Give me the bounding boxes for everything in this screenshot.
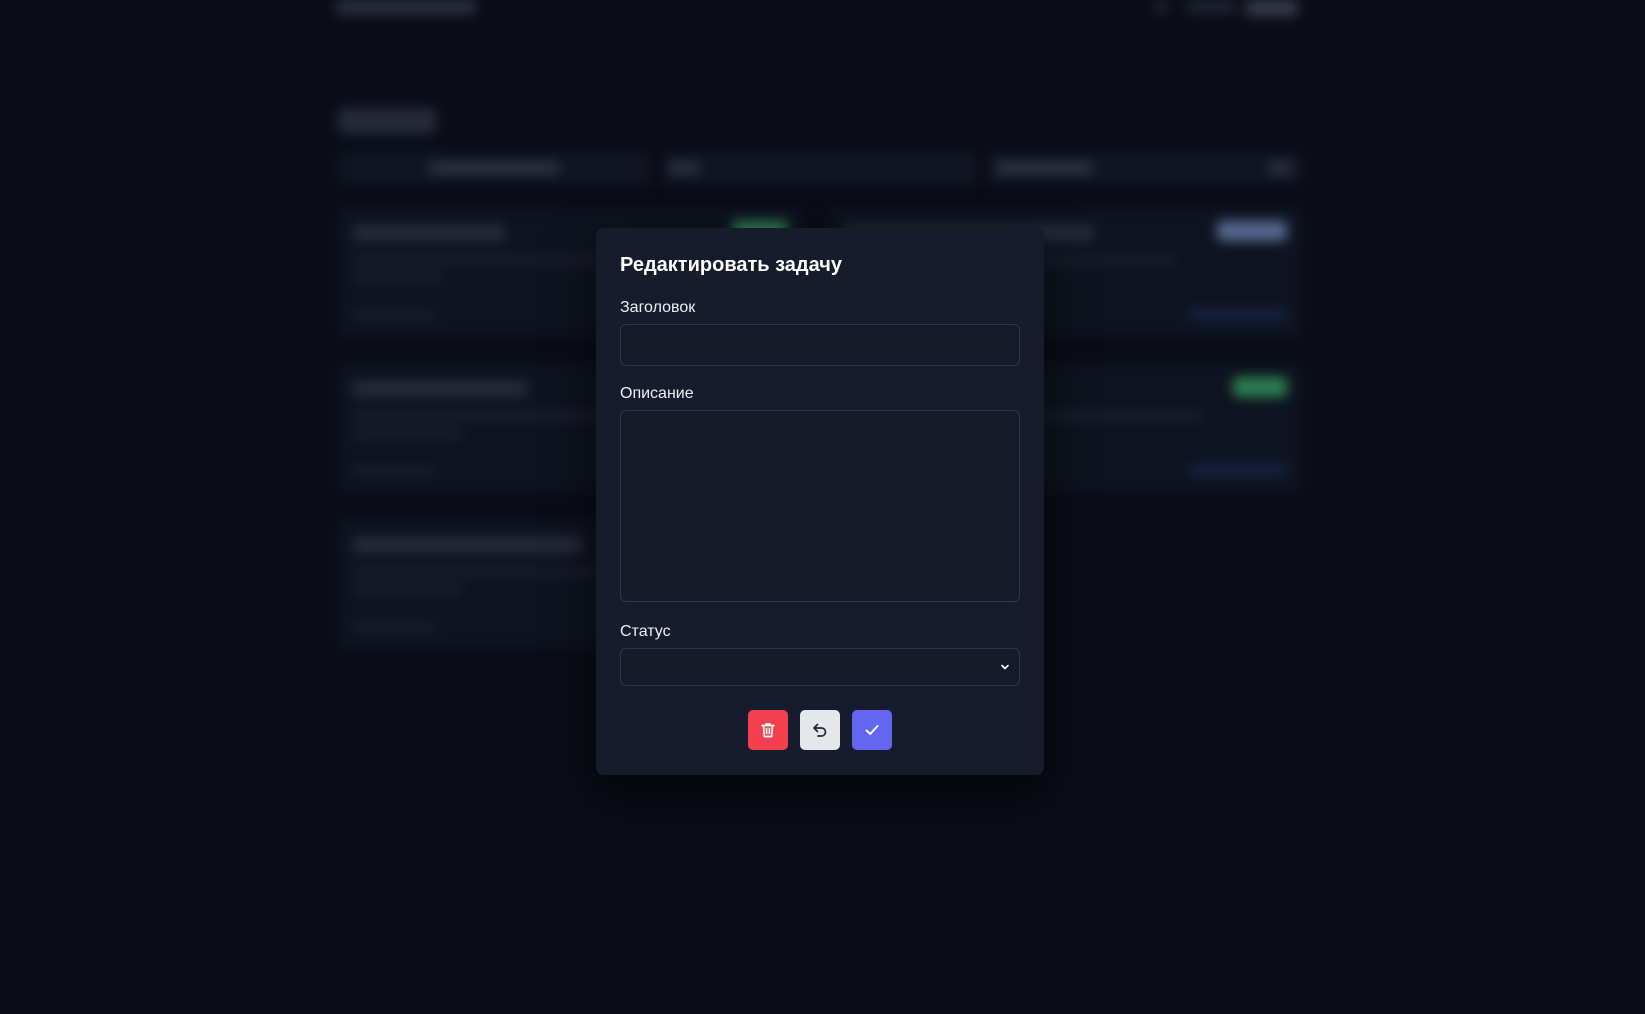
undo-icon <box>813 723 827 737</box>
save-button[interactable] <box>852 710 892 750</box>
app-brand <box>336 0 476 14</box>
status-label: Статус <box>620 623 671 640</box>
description-label: Описание <box>620 385 694 402</box>
page-title-placeholder <box>338 108 436 134</box>
background-filter-field <box>664 152 976 184</box>
background-sort-field <box>990 152 1302 184</box>
chevron-down-icon <box>1001 664 1009 670</box>
edit-task-modal: Редактировать задачу Заголовок Описание … <box>596 228 1044 775</box>
nav-item <box>1186 2 1236 12</box>
nav-button <box>1246 0 1298 16</box>
title-input[interactable] <box>620 324 1020 366</box>
nav-item <box>1154 2 1168 12</box>
check-icon <box>865 725 879 735</box>
description-textarea[interactable] <box>620 410 1020 602</box>
delete-button[interactable] <box>748 710 788 750</box>
trash-icon <box>761 723 775 738</box>
modal-title: Редактировать задачу <box>620 254 842 276</box>
modal-actions <box>596 710 1044 750</box>
undo-button[interactable] <box>800 710 840 750</box>
status-select[interactable] <box>620 648 1020 686</box>
title-label: Заголовок <box>620 299 696 316</box>
background-search-field <box>338 152 650 184</box>
